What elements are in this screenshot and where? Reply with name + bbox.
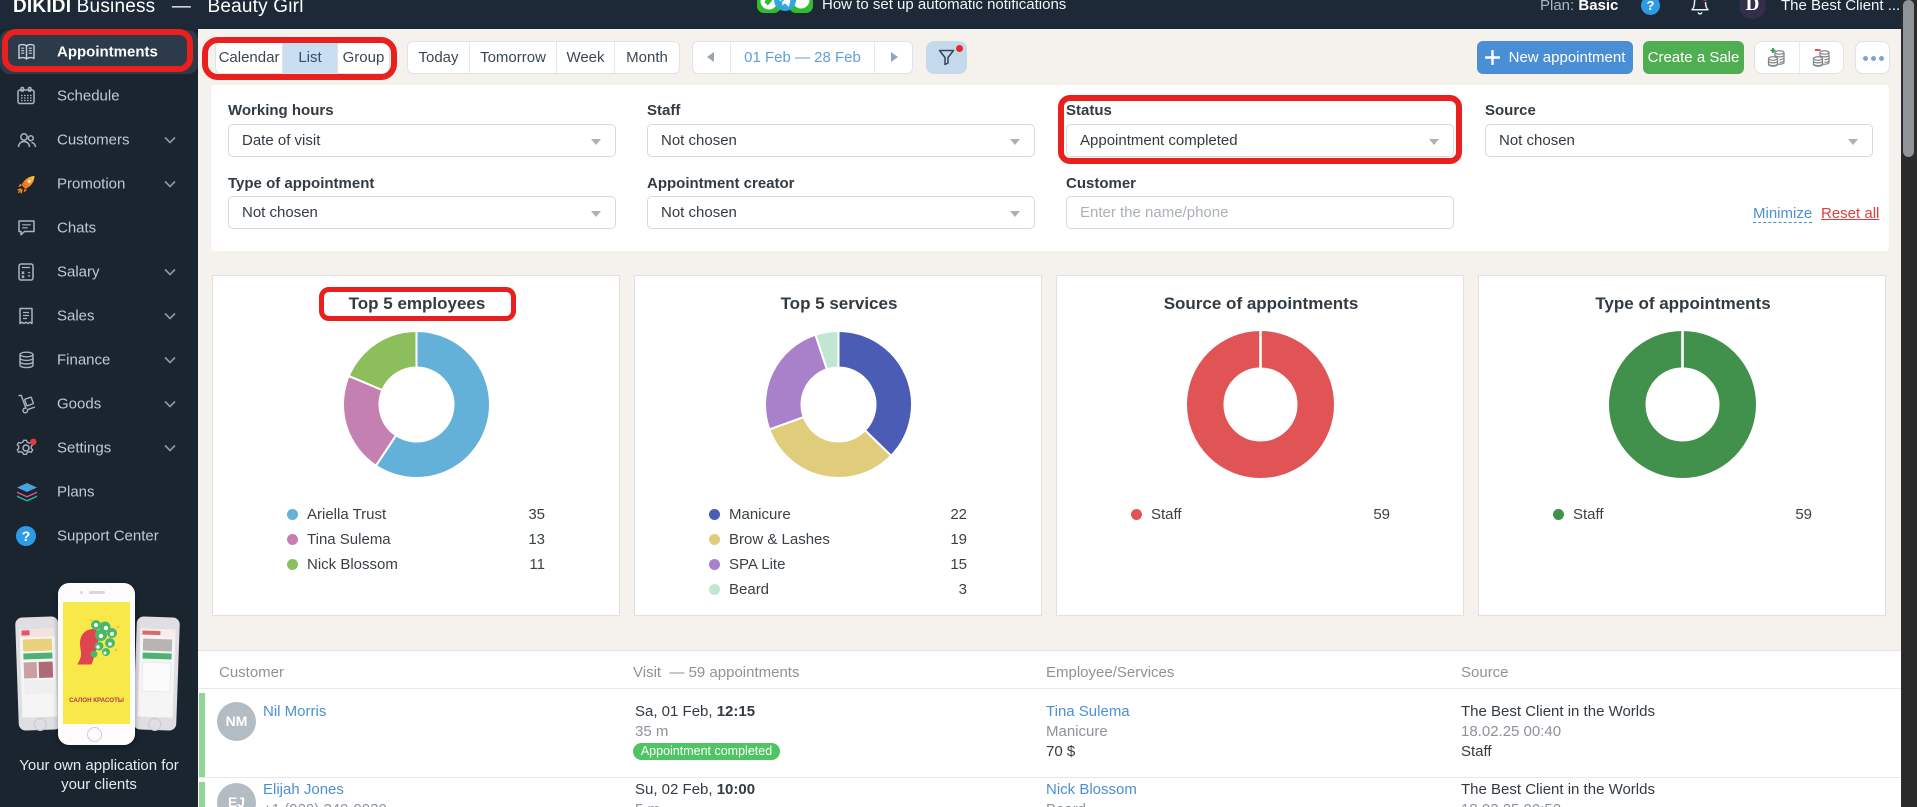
svg-text:САЛОН КРАСОТЫ: САЛОН КРАСОТЫ xyxy=(69,697,124,704)
